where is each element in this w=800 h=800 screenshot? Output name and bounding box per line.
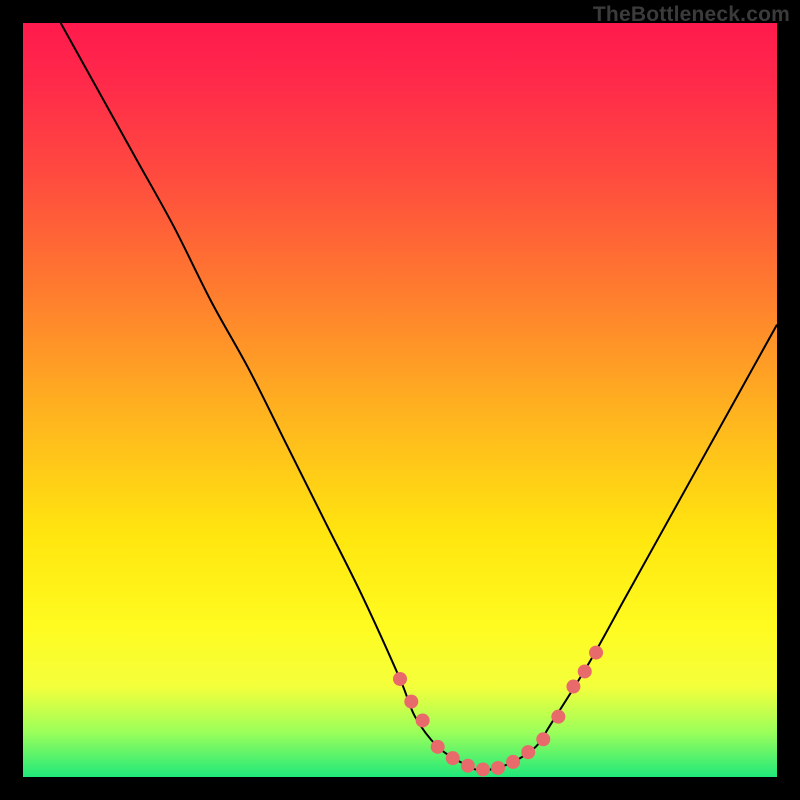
highlight-dot	[521, 745, 535, 759]
highlight-dot	[393, 672, 407, 686]
watermark-text: TheBottleneck.com	[593, 3, 790, 27]
highlight-dot	[446, 751, 460, 765]
highlight-dot	[536, 732, 550, 746]
bottleneck-curve	[61, 23, 777, 770]
plot-area	[23, 23, 777, 777]
highlight-dot	[431, 740, 445, 754]
curve-layer	[23, 23, 777, 777]
highlight-dot	[404, 695, 418, 709]
chart-frame: TheBottleneck.com	[0, 0, 800, 800]
highlight-dot	[491, 761, 505, 775]
highlight-dot	[416, 713, 430, 727]
highlight-dot	[566, 680, 580, 694]
highlight-dot	[476, 762, 490, 776]
highlight-dot	[506, 755, 520, 769]
highlight-dot	[578, 664, 592, 678]
highlight-dots	[393, 646, 603, 777]
highlight-dot	[589, 646, 603, 660]
highlight-dot	[551, 710, 565, 724]
highlight-dot	[461, 759, 475, 773]
